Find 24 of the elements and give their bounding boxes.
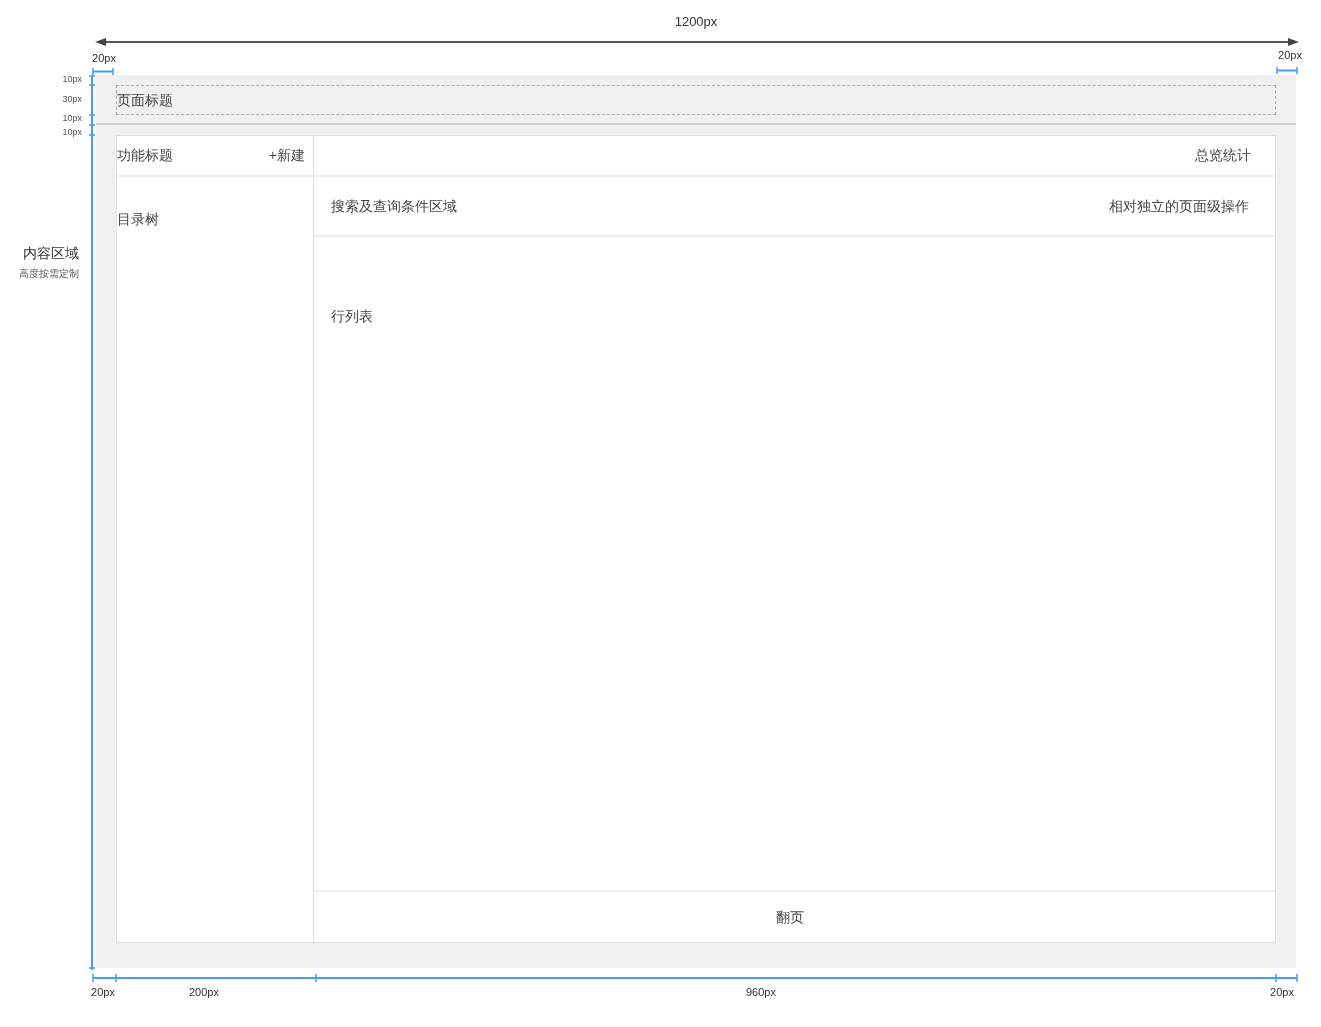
dimension-label: 10px <box>61 73 82 85</box>
new-button[interactable]: +新建 <box>268 145 305 166</box>
function-title: 功能标题 <box>117 146 173 165</box>
dimension-label: 20px <box>1277 48 1303 63</box>
search-area: 搜索及查询条件区域 <box>331 195 457 217</box>
dimension-label: 1200px <box>673 13 719 31</box>
overview-stats: 总览统计 <box>1195 146 1251 165</box>
dimension-label: 200px <box>188 985 220 1000</box>
dimension-label: 20px <box>1269 985 1295 1000</box>
dimension-label: 20px <box>90 985 116 1000</box>
dimension-label: 10px <box>61 112 82 124</box>
dimension-label: 30px <box>61 93 82 105</box>
page-title: 页面标题 <box>117 90 173 110</box>
content-area-label: 内容区域 <box>22 244 79 263</box>
content-area-note: 高度按需定制 <box>18 267 79 281</box>
dimension-label: 20px <box>91 51 117 66</box>
margin-bracket <box>92 68 114 75</box>
margin-bracket <box>1276 67 1298 74</box>
table-area: 行列表 <box>331 308 373 324</box>
page-actions: 相对独立的页面级操作 <box>1109 196 1249 216</box>
dimension-label: 10px <box>61 126 82 138</box>
dimension-label: 960px <box>745 985 777 1000</box>
pagination-area: 翻页 <box>775 906 804 928</box>
directory-tree: 目录树 <box>117 211 159 227</box>
